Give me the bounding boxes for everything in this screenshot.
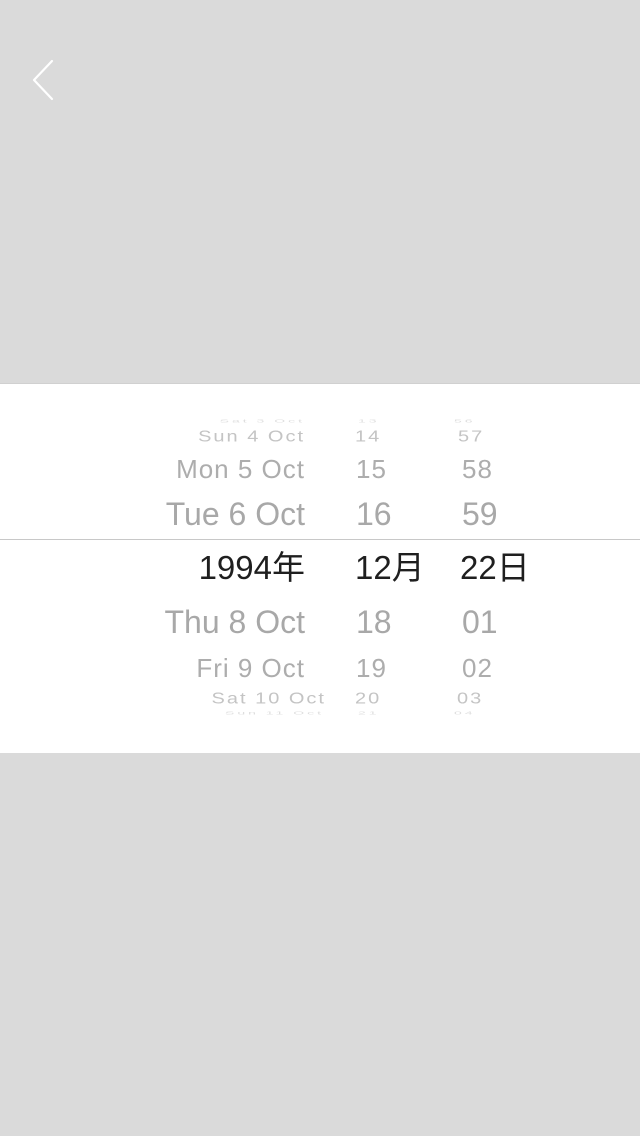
picker-hour-above-4[interactable]: 16	[356, 498, 392, 530]
picker-minute-below-1[interactable]: 01	[462, 606, 498, 638]
picker-hour-above-1[interactable]: 13	[358, 419, 380, 424]
picker-minute-below-4[interactable]: 04	[454, 711, 476, 716]
picker-minute-above-3[interactable]: 58	[462, 456, 493, 482]
picker-day-below-1[interactable]: Thu 8 Oct	[165, 606, 306, 638]
picker-day-above-1[interactable]: Sat 3 Oct	[220, 419, 305, 424]
picker-minute-below-2[interactable]: 02	[462, 655, 493, 681]
picker-hour-below-4[interactable]: 21	[358, 711, 380, 716]
selection-line-top	[0, 539, 640, 540]
picker-day-below-2[interactable]: Fri 9 Oct	[196, 655, 305, 681]
date-picker[interactable]: Sat 3 Oct Sun 4 Oct Mon 5 Oct Tue 6 Oct …	[0, 383, 640, 753]
picker-day-above-4[interactable]: Tue 6 Oct	[166, 498, 305, 530]
picker-hour-below-1[interactable]: 18	[356, 606, 392, 638]
picker-hour-below-2[interactable]: 19	[356, 655, 387, 681]
picker-minute-selected[interactable]: 22日	[460, 551, 530, 584]
picker-day-selected[interactable]: 1994年	[199, 551, 305, 584]
picker-day-above-2[interactable]: Sun 4 Oct	[198, 429, 305, 445]
picker-minute-above-2[interactable]: 57	[458, 429, 484, 445]
picker-minute-above-1[interactable]: 56	[454, 419, 476, 424]
picker-hour-above-3[interactable]: 15	[356, 456, 387, 482]
back-button[interactable]	[18, 50, 72, 110]
picker-minute-below-3[interactable]: 03	[457, 691, 483, 707]
picker-hour-above-2[interactable]: 14	[355, 429, 381, 445]
chevron-left-icon	[32, 59, 54, 101]
picker-day-above-3[interactable]: Mon 5 Oct	[176, 456, 305, 482]
picker-day-below-3[interactable]: Sat 10 Oct	[212, 691, 327, 707]
picker-minute-above-4[interactable]: 59	[462, 498, 498, 530]
picker-hour-below-3[interactable]: 20	[355, 691, 381, 707]
picker-hour-selected[interactable]: 12月	[355, 551, 425, 584]
picker-day-below-4[interactable]: Sun 11 Oct	[225, 711, 324, 716]
